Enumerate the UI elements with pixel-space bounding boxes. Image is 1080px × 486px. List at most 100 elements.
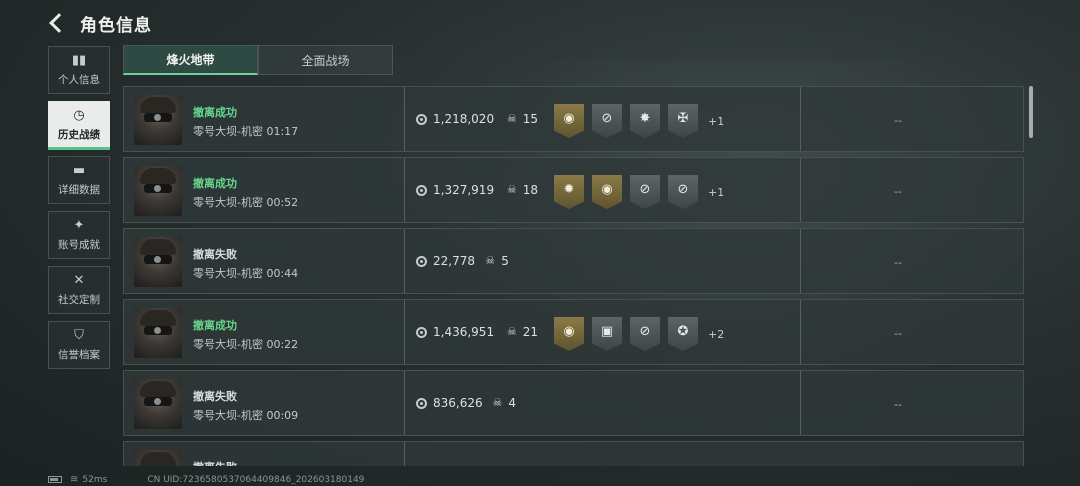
match-row[interactable]: 撤离成功 零号大坝-机密 00:52 1,327,919 ☠ 18 ✹ ◉ ⊘ ⊘ +1 -- [123,157,1024,223]
column-divider [404,442,405,466]
sidebar-item-5[interactable]: ⛉ 信誉档案 [48,321,110,369]
wifi-icon: ≋ [70,474,79,485]
placeholder-value: -- [894,114,902,127]
skull-icon: ☠ [506,183,517,196]
achievement-badge-icon[interactable]: ✪ [668,317,698,351]
coin-value: 1,218,020 [433,112,495,126]
sidebar-item-0[interactable]: ▮▮ 个人信息 [48,46,110,94]
achievement-badge-icon[interactable]: ✸ [630,104,660,138]
active-indicator [48,147,110,150]
sidebar-item-label: 信誉档案 [58,349,100,361]
match-row[interactable]: 撤离失败 [123,441,1024,466]
match-row[interactable]: 撤离失败零号大坝-机密 00:09 836,626 ☠ 4 -- [123,370,1024,436]
badge-glyph: ⊘ [601,111,613,126]
tools-icon: ✕ [73,273,85,288]
sidebar-item-3[interactable]: ✦ 账号成就 [48,211,110,259]
column-divider [404,158,405,222]
achievement-badge-icon[interactable]: ▣ [592,317,622,351]
extraction-status: 撤离成功 [193,177,237,190]
skull-icon: ☠ [492,396,503,409]
kill-count: 15 [522,112,539,126]
sidebar-item-1[interactable]: ◷ 历史战绩 [48,101,110,149]
kill-count: 4 [508,396,517,410]
badge-glyph: ⊘ [677,182,689,197]
extraction-status: 撤离失败 [193,248,237,261]
map-and-duration: 零号大坝-机密 00:09 [193,409,299,422]
column-divider [404,87,405,151]
badge-glyph: ✪ [677,324,689,339]
operator-avatar [134,450,182,466]
achievement-badge-icon[interactable]: ◉ [554,104,584,138]
achievement-badge-icon[interactable]: ◉ [554,317,584,351]
badge-glyph: ◉ [601,182,613,197]
sidebar-item-label: 历史战绩 [58,129,100,141]
column-divider [404,229,405,293]
skull-icon: ☠ [506,112,517,125]
page-header: 角色信息 [46,10,152,36]
placeholder-value: -- [894,398,902,411]
tab-beacon-zone[interactable]: 烽火地带 [123,45,258,75]
mode-tabs: 烽火地带 全面战场 [123,45,393,75]
achievement-badge-icon[interactable]: ✹ [554,175,584,209]
achievement-badge-icon[interactable]: ⊘ [668,175,698,209]
extraction-status: 撤离成功 [193,319,237,332]
map-and-duration: 零号大坝-机密 00:52 [193,196,299,209]
achievement-badge-icon[interactable]: ⊘ [630,317,660,351]
extraction-status: 撤离成功 [193,106,237,119]
coin-icon [416,398,427,409]
kill-count: 5 [501,254,509,268]
map-and-duration: 零号大坝-机密 00:22 [193,338,299,351]
operator-avatar [134,308,182,358]
badge-glyph: ⊘ [639,324,651,339]
coin-value: 22,778 [433,254,475,268]
operator-avatar [134,237,182,287]
map-and-duration: 零号大坝-机密 00:44 [193,267,299,280]
badge-list: ◉ ▣ ⊘ ✪ +2 [554,317,724,351]
coin-value: 836,626 [433,396,483,410]
sidebar-item-label: 社交定制 [58,294,100,306]
back-arrow-icon[interactable] [46,12,68,34]
skull-icon: ☠ [485,254,496,267]
operator-avatar [134,95,182,145]
match-row[interactable]: 撤离成功 零号大坝-机密 00:22 1,436,951 ☠ 21 ◉ ▣ ⊘ ✪ +2 -- [123,299,1024,365]
coin-icon [416,185,427,196]
achievement-badge-icon[interactable]: ⊘ [592,104,622,138]
placeholder-value: -- [894,256,902,269]
sidebar-item-4[interactable]: ✕ 社交定制 [48,266,110,314]
badge-glyph: ⊘ [639,182,651,197]
page-title: 角色信息 [80,15,152,36]
achievement-badge-icon[interactable]: ✠ [668,104,698,138]
match-row[interactable]: 撤离成功零号大坝-机密 01:17 1,218,020 ☠ 15 ◉ ⊘ ✸ ✠ +1 -- [123,86,1024,152]
achievement-badge-icon[interactable]: ⊘ [630,175,660,209]
column-divider [404,371,405,435]
sidebar-item-2[interactable]: ▬ 详细数据 [48,156,110,204]
column-divider [800,158,801,222]
uid-text: CN UID:7236580537064409846_202603180149 [147,474,365,485]
kill-count: 21 [522,325,539,339]
extra-badge-count: +1 [708,114,725,128]
achievement-badge-icon[interactable]: ◉ [592,175,622,209]
column-divider [800,229,801,293]
coin-icon [416,114,427,125]
extraction-status: 撤离失败 [193,390,237,403]
match-history-list[interactable]: 撤离成功 零号大坝-机密 01:17 1,218,020 ☠ 15 ◉ ⊘ ✸ ✠ +1 -- 撤离成… [123,86,1024,466]
column-divider [800,300,801,364]
tab-full-battlefield[interactable]: 全面战场 [258,45,393,75]
shield-icon: ⛉ [74,328,84,343]
operator-avatar [134,379,182,429]
placeholder-value: -- [894,327,902,340]
sidebar-item-label: 账号成就 [58,239,100,251]
coin-icon [416,256,427,267]
skull-icon: ☠ [506,325,517,338]
ping-value: 52ms [82,474,108,485]
badge-glyph: ▣ [600,324,614,339]
coin-icon [416,327,427,338]
badge-glyph: ◉ [563,111,575,126]
extraction-status: 撤离失败 [193,459,237,466]
badge-glyph: ✠ [677,111,689,126]
scrollbar[interactable] [1029,86,1033,138]
status-footer: ≋ 52ms CN UID:7236580537064409846_202603… [48,474,364,485]
map-and-duration: 零号大坝-机密 01:17 [193,125,299,138]
badge-glyph: ✹ [563,182,575,197]
match-row[interactable]: 撤离失败零号大坝-机密 00:44 22,778 ☠ 5 -- [123,228,1024,294]
